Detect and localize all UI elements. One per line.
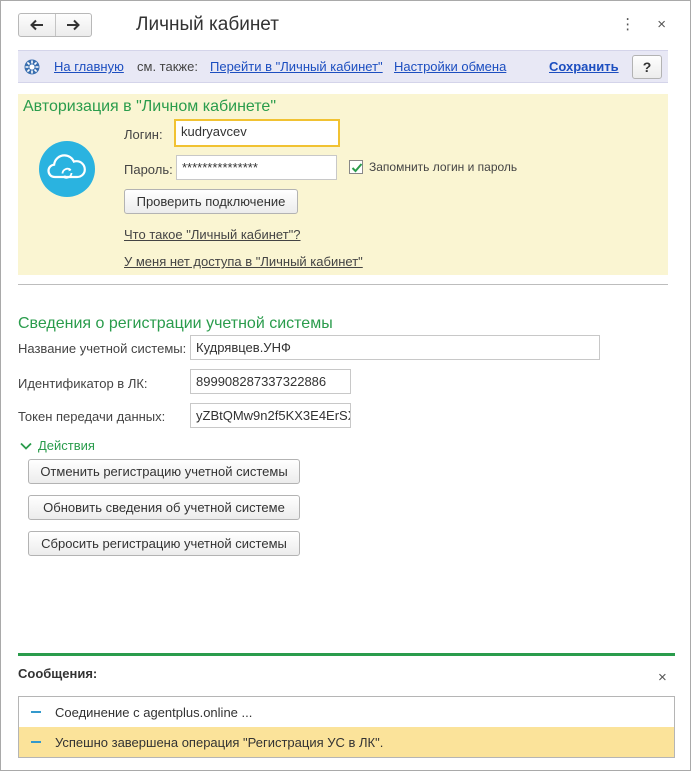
message-item[interactable]: Соединение с agentplus.online ... xyxy=(19,697,674,727)
messages-title: Сообщения: xyxy=(18,666,98,681)
password-label: Пароль: xyxy=(124,162,173,177)
what-is-cabinet-link[interactable]: Что такое "Личный кабинет"? xyxy=(124,227,301,242)
goto-cabinet-link[interactable]: Перейти в "Личный кабинет" xyxy=(210,59,383,74)
token-label: Токен передачи данных: xyxy=(18,409,166,424)
arrow-right-icon xyxy=(67,19,81,31)
remember-label: Запомнить логин и пароль xyxy=(369,160,518,174)
messages-list: Соединение с agentplus.online ... Успешн… xyxy=(18,696,675,758)
registration-title: Сведения о регистрации учетной системы xyxy=(18,315,333,332)
update-system-info-button[interactable]: Обновить сведения об учетной системе xyxy=(28,495,300,520)
cloud-sync-icon xyxy=(39,141,95,197)
system-name-input[interactable]: Кудрявцев.УНФ xyxy=(190,335,600,360)
checkmark-icon xyxy=(351,163,363,173)
home-link[interactable]: На главную xyxy=(54,59,124,74)
see-also-label: см. также: xyxy=(137,59,198,74)
more-menu-icon[interactable]: ⋮ xyxy=(620,17,635,32)
back-button[interactable] xyxy=(19,14,55,36)
auth-panel: Авторизация в "Личном кабинете" Логин: k… xyxy=(18,94,668,275)
history-nav xyxy=(18,13,92,37)
remember-checkbox[interactable] xyxy=(349,160,363,174)
system-name-label: Название учетной системы: xyxy=(18,341,187,356)
cabinet-id-input[interactable]: 899908287337322886 xyxy=(190,369,351,394)
login-label: Логин: xyxy=(124,127,163,142)
reset-registration-button[interactable]: Сбросить регистрацию учетной системы xyxy=(28,531,300,556)
token-input[interactable]: yZBtQMw9n2f5KX3E4ErSX xyxy=(190,403,351,428)
home-icon xyxy=(24,59,40,75)
save-link[interactable]: Сохранить xyxy=(549,59,619,74)
messages-accent-bar xyxy=(18,653,675,656)
personal-cabinet-window: Личный кабинет ⋮ × На главную см. также:… xyxy=(0,0,691,771)
check-connection-button[interactable]: Проверить подключение xyxy=(124,189,298,214)
forward-button[interactable] xyxy=(54,14,92,36)
help-button[interactable]: ? xyxy=(632,55,662,79)
actions-group-toggle[interactable]: Действия xyxy=(20,438,95,453)
message-text: Соединение с agentplus.online ... xyxy=(55,704,253,720)
arrow-left-icon xyxy=(29,19,43,31)
command-bar: На главную см. также: Перейти в "Личный … xyxy=(18,50,668,83)
actions-label: Действия xyxy=(38,438,95,453)
close-icon[interactable]: × xyxy=(657,17,666,32)
login-input[interactable]: kudryavcev xyxy=(174,119,340,147)
close-messages-icon[interactable]: × xyxy=(658,669,667,686)
auth-title: Авторизация в "Личном кабинете" xyxy=(23,98,277,115)
message-text: Успешно завершена операция "Регистрация … xyxy=(55,734,384,750)
cancel-registration-button[interactable]: Отменить регистрацию учетной системы xyxy=(28,459,300,484)
chevron-down-icon xyxy=(20,442,32,450)
divider xyxy=(18,284,668,285)
message-item-selected[interactable]: Успешно завершена операция "Регистрация … xyxy=(19,727,674,757)
cabinet-id-label: Идентификатор в ЛК: xyxy=(18,376,148,391)
password-input[interactable]: *************** xyxy=(176,155,337,180)
message-marker-icon xyxy=(31,711,41,713)
exchange-settings-link[interactable]: Настройки обмена xyxy=(394,59,506,74)
message-marker-icon xyxy=(31,741,41,743)
no-access-link[interactable]: У меня нет доступа в "Личный кабинет" xyxy=(124,254,363,269)
window-title: Личный кабинет xyxy=(136,14,279,35)
